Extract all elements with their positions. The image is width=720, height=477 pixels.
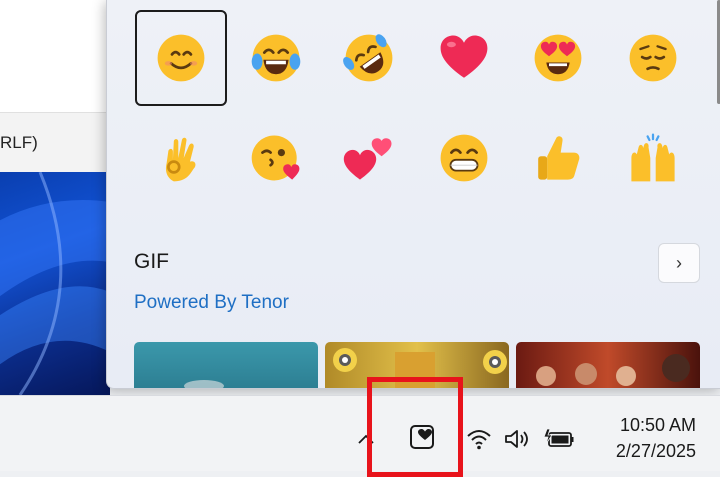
- emoji-rofl[interactable]: [323, 10, 415, 106]
- rolling-on-the-floor-laughing-icon: [343, 34, 393, 82]
- emoji-kissing-wink[interactable]: [230, 110, 322, 206]
- clock-time: 10:50 AM: [619, 415, 696, 435]
- pensive-face-icon: [629, 34, 677, 82]
- emoji-heart-icon[interactable]: [405, 420, 439, 454]
- gif-thumbnail[interactable]: [325, 342, 509, 388]
- gif-thumbnail[interactable]: [134, 342, 318, 388]
- clock-date: 2/27/2025: [615, 441, 696, 461]
- emoji-ok-hand[interactable]: [135, 110, 227, 206]
- wifi-icon[interactable]: [465, 425, 493, 453]
- emoji-smiling-face[interactable]: [135, 10, 227, 106]
- emoji-pensive[interactable]: [607, 10, 699, 106]
- ok-hand-icon: [165, 137, 196, 182]
- gif-next-button[interactable]: ›: [658, 243, 700, 283]
- emoji-thumbs-up[interactable]: [512, 110, 604, 206]
- two-hearts-icon: [343, 138, 392, 180]
- emoji-heart-eyes[interactable]: [512, 10, 604, 106]
- powered-by-tenor-link[interactable]: Powered By Tenor: [134, 292, 289, 314]
- desktop-wallpaper: [0, 172, 110, 395]
- emoji-grinning[interactable]: [418, 110, 510, 206]
- emoji-tears-of-joy[interactable]: [230, 10, 322, 106]
- face-blowing-a-kiss-icon: [251, 135, 300, 181]
- emoji-raising-hands[interactable]: [607, 110, 699, 206]
- red-heart-icon: [440, 35, 488, 78]
- gif-section-title: GIF: [134, 250, 169, 273]
- chevron-right-icon: ›: [676, 252, 682, 273]
- slightly-smiling-face-icon: [157, 34, 205, 82]
- thumbs-up-icon: [538, 136, 580, 180]
- raising-hands-icon: [631, 133, 675, 182]
- battery-charging-icon[interactable]: [542, 425, 576, 453]
- chevron-up-icon[interactable]: [352, 425, 380, 453]
- beaming-face-icon: [440, 134, 488, 182]
- emoji-two-hearts[interactable]: [323, 110, 415, 206]
- face-with-tears-of-joy-icon: [251, 34, 301, 82]
- gif-thumbnail[interactable]: [516, 342, 700, 388]
- volume-icon[interactable]: [502, 425, 532, 453]
- smiling-face-with-heart-eyes-icon: [534, 34, 582, 82]
- taskbar-clock[interactable]: 10:50 AM 2/27/2025: [616, 412, 696, 464]
- emoji-red-heart[interactable]: [418, 10, 510, 106]
- emoji-grid: [0, 0, 720, 200]
